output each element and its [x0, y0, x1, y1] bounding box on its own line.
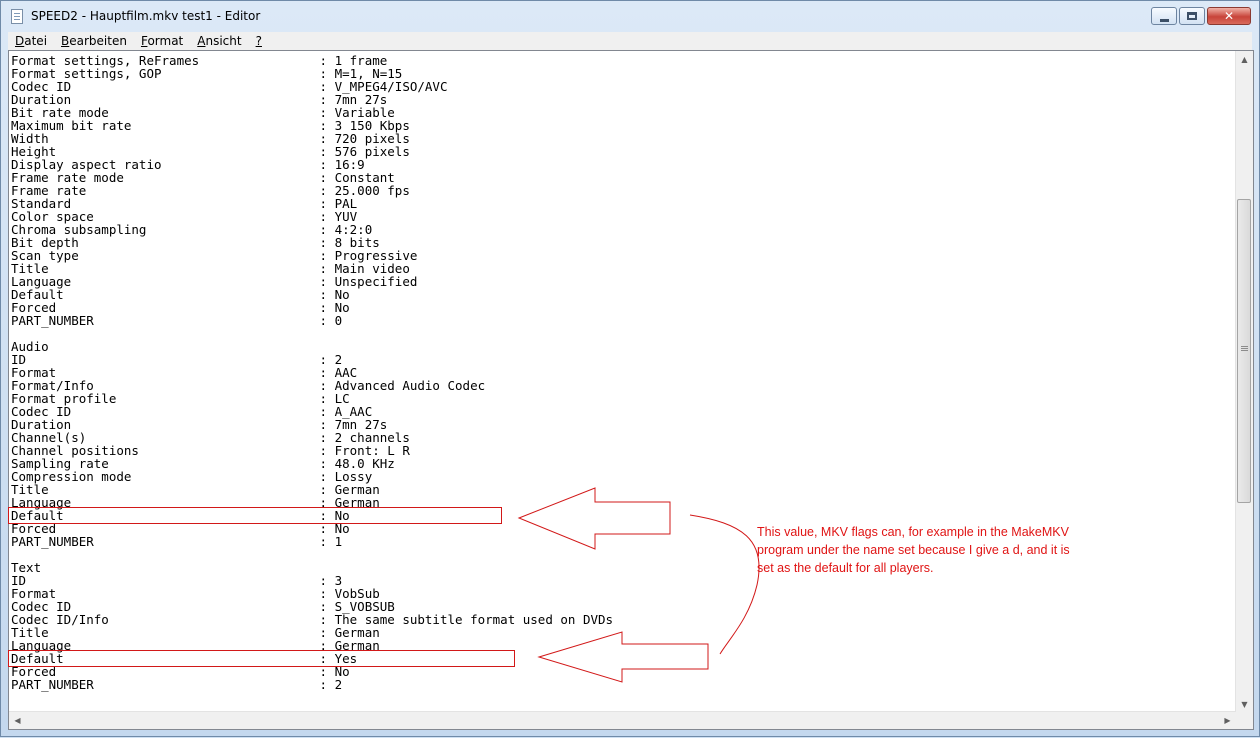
menu-label: earbeiten [69, 34, 127, 48]
minimize-button[interactable] [1151, 7, 1177, 25]
arrow-right-icon[interactable]: ▶ [1219, 712, 1236, 729]
window-title: SPEED2 - Hauptfilm.mkv test1 - Editor [31, 9, 261, 23]
minimize-icon [1160, 19, 1169, 22]
close-button[interactable]: ✕ [1207, 7, 1251, 25]
scrollbar-corner [1236, 712, 1253, 729]
menu-label: nsicht [205, 34, 242, 48]
menu-label: atei [24, 34, 48, 48]
text-line: PART_NUMBER : 2 [11, 677, 343, 692]
notepad-icon[interactable] [11, 9, 23, 24]
text-line [11, 548, 613, 561]
highlight-box-audio-default [8, 507, 502, 524]
menu-ansicht[interactable]: Ansicht [190, 34, 248, 48]
window-controls: ✕ [1149, 7, 1251, 27]
menu-format[interactable]: Format [134, 34, 190, 48]
highlight-box-text-default [8, 650, 515, 667]
menu-help[interactable]: ? [249, 34, 269, 48]
editor-text: Format settings, ReFrames : 1 frame Forma… [11, 54, 613, 691]
vertical-scroll-thumb[interactable] [1237, 199, 1251, 503]
grip-icon [1241, 346, 1248, 347]
annotation-text: This value, MKV flags can, for example i… [757, 525, 1070, 575]
text-line [11, 327, 613, 340]
arrow-down-icon[interactable]: ▼ [1236, 696, 1253, 713]
menu-datei[interactable]: Datei [8, 34, 54, 48]
vertical-scrollbar[interactable]: ▲ ▼ [1235, 51, 1253, 713]
title-bar[interactable]: SPEED2 - Hauptfilm.mkv test1 - Editor ✕ [1, 1, 1259, 31]
menu-label: ormat [147, 34, 184, 48]
horizontal-scrollbar[interactable]: ◀ ▶ [9, 711, 1236, 729]
menu-bearbeiten[interactable]: Bearbeiten [54, 34, 134, 48]
notepad-window: SPEED2 - Hauptfilm.mkv test1 - Editor ✕ … [0, 0, 1260, 737]
text-editor-area[interactable]: Format settings, ReFrames : 1 frame Forma… [8, 50, 1254, 730]
maximize-icon [1187, 12, 1197, 20]
arrow-left-icon[interactable]: ◀ [9, 712, 26, 729]
menu-accel: ? [255, 34, 262, 48]
close-icon: ✕ [1223, 9, 1235, 23]
arrow-up-icon[interactable]: ▲ [1236, 51, 1253, 68]
menu-bar: Datei Bearbeiten Format Ansicht ? [8, 32, 1252, 50]
text-line: PART_NUMBER : 0 [11, 313, 343, 328]
maximize-button[interactable] [1179, 7, 1205, 25]
menu-accel: D [15, 34, 25, 48]
text-line: PART_NUMBER : 1 [11, 534, 343, 549]
